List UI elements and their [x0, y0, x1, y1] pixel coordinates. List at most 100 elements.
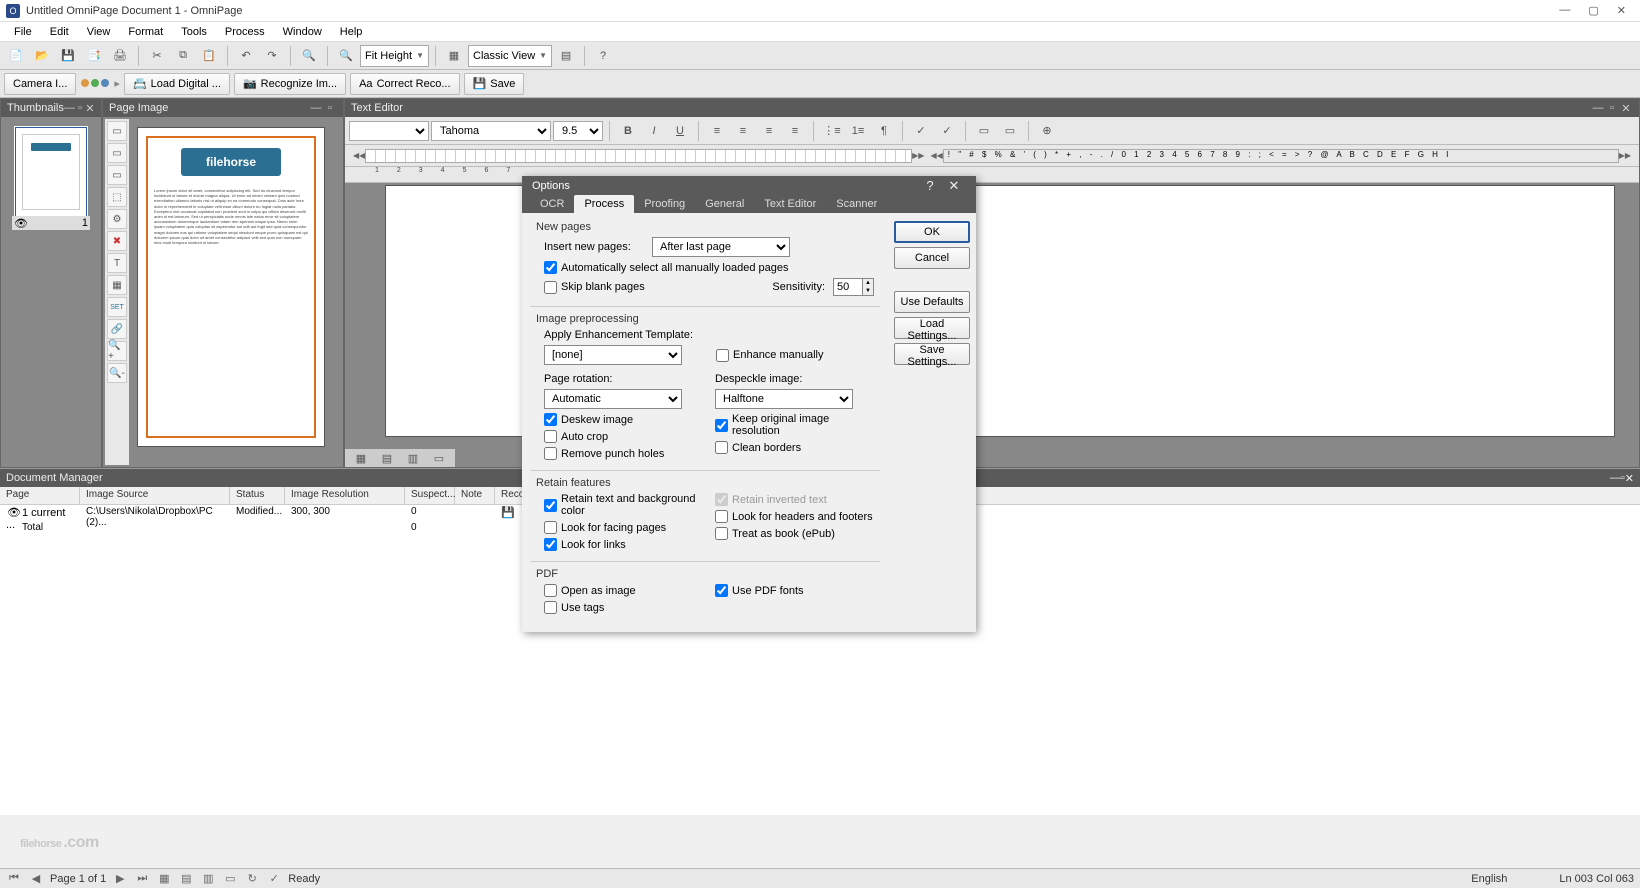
view4-icon[interactable]: ▭ — [427, 446, 451, 467]
load-settings-button[interactable]: Load Settings... — [894, 317, 970, 339]
view2-icon[interactable]: ▤ — [375, 446, 399, 467]
align-left-icon[interactable]: ≡ — [705, 119, 729, 143]
select-icon[interactable]: ⬚ — [107, 187, 127, 207]
tab-general[interactable]: General — [695, 195, 754, 213]
style-select[interactable] — [349, 121, 429, 141]
use-tags-checkbox[interactable]: Use tags — [544, 601, 703, 614]
fontsize-select[interactable]: 9.5 — [553, 121, 603, 141]
view-d-icon[interactable]: ▭ — [222, 872, 238, 885]
autocrop-checkbox[interactable]: Auto crop — [544, 430, 703, 443]
refresh-icon[interactable]: ↻ — [244, 872, 260, 885]
tab-process[interactable]: Process — [574, 195, 634, 213]
italic-icon[interactable]: I — [642, 119, 666, 143]
col-suspect[interactable]: Suspect... — [405, 487, 455, 504]
col-note[interactable]: Note — [455, 487, 495, 504]
punch-checkbox[interactable]: Remove punch holes — [544, 447, 703, 460]
save-icon[interactable]: 💾 — [56, 44, 80, 68]
help-button[interactable]: ? — [918, 178, 942, 193]
bold-icon[interactable]: B — [616, 119, 640, 143]
compare-icon[interactable]: ▭ — [972, 119, 996, 143]
view-dropdown[interactable]: Classic View ▼ — [468, 45, 552, 67]
col-status[interactable]: Status — [230, 487, 285, 504]
justify-icon[interactable]: ≡ — [783, 119, 807, 143]
zoom-out-icon[interactable]: 🔍- — [107, 363, 127, 383]
epub-checkbox[interactable]: Treat as book (ePub) — [715, 527, 874, 540]
table-icon[interactable]: ▦ — [107, 275, 127, 295]
template-select[interactable]: [none] — [544, 345, 682, 365]
paste-icon[interactable]: 📋 — [197, 44, 221, 68]
layout-icon[interactable]: ▦ — [442, 44, 466, 68]
headers-checkbox[interactable]: Look for headers and footers — [715, 510, 874, 523]
check-icon[interactable]: ✓ — [266, 872, 282, 885]
redo-icon[interactable]: ↷ — [260, 44, 284, 68]
open-icon[interactable]: 📂 — [30, 44, 54, 68]
copy-icon[interactable]: ⧉ — [171, 44, 195, 68]
check-icon[interactable]: ✓ — [909, 119, 933, 143]
correct-button[interactable]: Aa Correct Reco... — [350, 73, 459, 95]
set-icon[interactable]: SET — [107, 297, 127, 317]
menu-help[interactable]: Help — [332, 24, 371, 40]
load-digital-button[interactable]: 📇 Load Digital ... — [124, 73, 230, 95]
new-icon[interactable]: 📄 — [4, 44, 28, 68]
panel-min-icon[interactable]: — — [1610, 472, 1621, 484]
menu-format[interactable]: Format — [120, 24, 171, 40]
panel-min-icon[interactable]: — — [309, 102, 323, 114]
link-icon[interactable]: 🔗 — [107, 319, 127, 339]
paragraph-icon[interactable]: ¶ — [872, 119, 896, 143]
rotation-select[interactable]: Automatic — [544, 389, 682, 409]
prev-page-icon[interactable]: ◀ — [28, 872, 44, 885]
spin-up-icon[interactable]: ▲ — [863, 279, 873, 287]
clean-borders-checkbox[interactable]: Clean borders — [715, 441, 874, 454]
save-button[interactable]: 💾 Save — [464, 73, 525, 95]
deskew-checkbox[interactable]: Deskew image — [544, 413, 703, 426]
numbering-icon[interactable]: 1≡ — [846, 119, 870, 143]
panel-pin-icon[interactable]: ▫ — [323, 102, 337, 114]
camera-button[interactable]: Camera I... — [4, 73, 76, 95]
cancel-button[interactable]: Cancel — [894, 247, 970, 269]
page-icon[interactable]: ▭ — [107, 121, 127, 141]
menu-file[interactable]: File — [6, 24, 40, 40]
fit-dropdown[interactable]: Fit Height ▼ — [360, 45, 429, 67]
maximize-button[interactable]: ▢ — [1588, 4, 1598, 17]
facing-checkbox[interactable]: Look for facing pages — [544, 521, 703, 534]
tab-proofing[interactable]: Proofing — [634, 195, 695, 213]
view-b-icon[interactable]: ▤ — [178, 872, 194, 885]
menu-process[interactable]: Process — [217, 24, 273, 40]
save-as-icon[interactable]: 📑 — [82, 44, 106, 68]
col-source[interactable]: Image Source — [80, 487, 230, 504]
compare2-icon[interactable]: ▭ — [998, 119, 1022, 143]
undo-icon[interactable]: ↶ — [234, 44, 258, 68]
view-a-icon[interactable]: ▦ — [156, 872, 172, 885]
page2-icon[interactable]: ▭ — [107, 143, 127, 163]
panel-min-icon[interactable]: — — [1591, 102, 1605, 114]
zoom-tool-icon[interactable]: 🔍 — [297, 44, 321, 68]
despeckle-select[interactable]: Halftone — [715, 389, 853, 409]
tab-texteditor[interactable]: Text Editor — [754, 195, 826, 213]
recognize-button[interactable]: 📷 Recognize Im... — [234, 73, 346, 95]
delete-icon[interactable]: ✖ — [107, 231, 127, 251]
panel-pin-icon[interactable]: ▫ — [1605, 102, 1619, 114]
first-page-icon[interactable]: ⏮ — [6, 872, 22, 885]
page-preview[interactable]: filehorse Lorem ipsum dolor sit amet, co… — [137, 127, 325, 447]
links-checkbox[interactable]: Look for links — [544, 538, 703, 551]
panel-close-icon[interactable]: ✕ — [1625, 472, 1634, 485]
tab-ocr[interactable]: OCR — [530, 195, 574, 213]
sensitivity-spinner[interactable]: ▲▼ — [833, 278, 874, 296]
col-res[interactable]: Image Resolution — [285, 487, 405, 504]
print-icon[interactable]: 🖨 — [108, 44, 132, 68]
text-tool-icon[interactable]: T — [107, 253, 127, 273]
zoom-in-icon[interactable]: 🔍+ — [107, 341, 127, 361]
tab-scanner[interactable]: Scanner — [826, 195, 887, 213]
panel-toggle-icon[interactable]: ▤ — [554, 44, 578, 68]
gear-icon[interactable]: ⚙ — [107, 209, 127, 229]
menu-view[interactable]: View — [79, 24, 119, 40]
retain-text-checkbox[interactable]: Retain text and background color — [544, 493, 703, 517]
zoom-icon[interactable]: 🔍 — [334, 44, 358, 68]
menu-edit[interactable]: Edit — [42, 24, 77, 40]
check2-icon[interactable]: ✓ — [935, 119, 959, 143]
font-select[interactable]: Tahoma — [431, 121, 551, 141]
ok-button[interactable]: OK — [894, 221, 970, 243]
next-page-icon[interactable]: ▶ — [112, 872, 128, 885]
minimize-button[interactable]: — — [1559, 4, 1570, 17]
panel-close-icon[interactable]: ✕ — [85, 102, 95, 115]
